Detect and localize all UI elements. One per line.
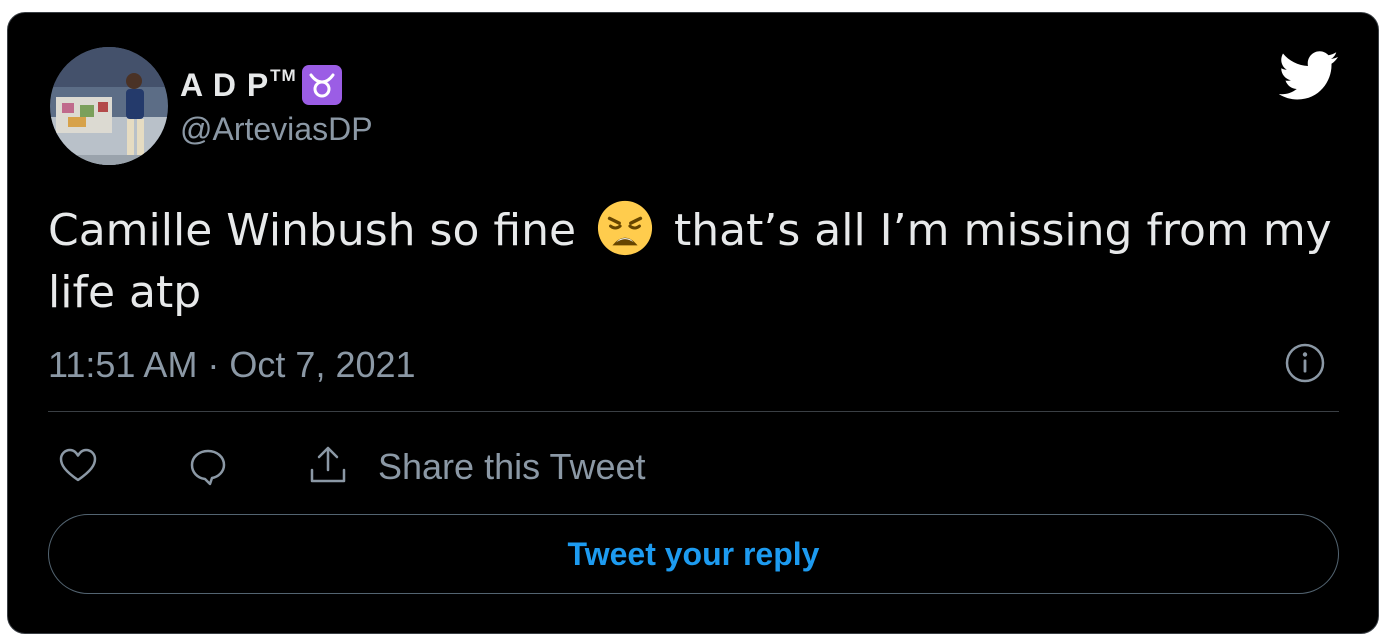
user-handle[interactable]: @ArteviasDP — [180, 111, 373, 148]
tweet-card: A D P TM @ArteviasDP Camille Winbush so f… — [7, 12, 1379, 634]
tweet-timestamp[interactable]: 11:51 AM · Oct 7, 2021 — [48, 344, 416, 386]
info-icon[interactable] — [1283, 341, 1327, 385]
share-icon[interactable] — [305, 443, 351, 489]
twitter-bird-icon[interactable] — [1279, 51, 1339, 101]
heart-icon[interactable] — [55, 443, 101, 489]
display-name[interactable]: A D P TM — [180, 65, 342, 105]
display-name-text: A D P — [180, 66, 270, 103]
tweet-text: Camille Winbush so fine that’s all I’m m… — [48, 199, 1348, 324]
trademark-mark: TM — [270, 66, 297, 85]
taurus-icon — [301, 65, 342, 105]
tweet-your-reply-button[interactable]: Tweet your reply — [48, 514, 1339, 594]
tweet-text-part-1: Camille Winbush so fine — [48, 205, 591, 256]
share-tweet-label[interactable]: Share this Tweet — [378, 446, 646, 488]
speech-bubble-icon[interactable] — [185, 443, 231, 489]
avatar[interactable] — [50, 47, 168, 165]
weary-face-emoji — [597, 200, 653, 256]
divider — [48, 411, 1339, 412]
